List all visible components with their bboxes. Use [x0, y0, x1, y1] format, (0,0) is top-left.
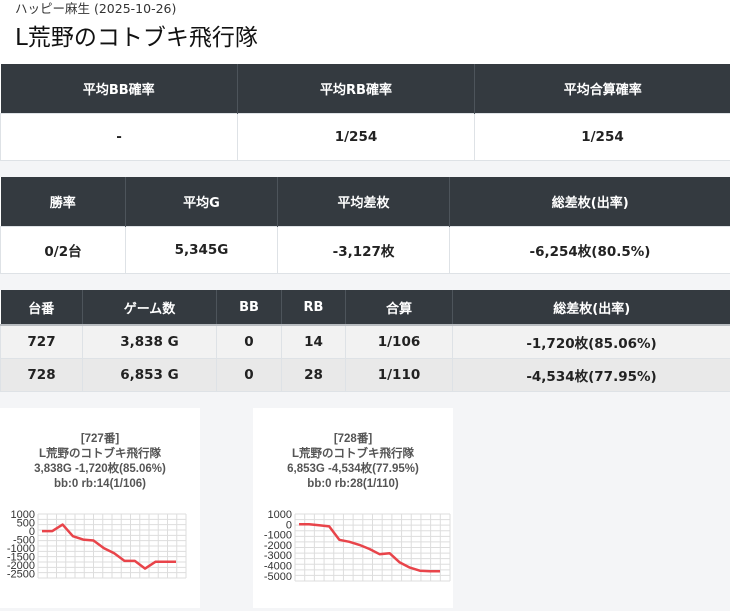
col-header-rb-rate: 平均RB確率: [237, 64, 475, 114]
rb-rate-value: 1/254: [237, 113, 475, 161]
table-header-row: 台番 ゲーム数 BB RB 合算 総差枚(出率): [0, 290, 730, 325]
col-header-total-diff: 総差枚(出率): [449, 177, 730, 227]
col-header-avg-diff: 平均差枚: [277, 177, 450, 227]
col-header-win-rate: 勝率: [0, 177, 126, 227]
bb-rate-value: -: [0, 113, 238, 161]
chart-card-727[interactable]: [727番] L荒野のコトブキ飛行隊 3,838G -1,720枚(85.06%…: [0, 408, 200, 608]
combined-rate-value: 1/254: [474, 113, 730, 161]
rate-summary-table: 平均BB確率 平均RB確率 平均合算確率 - 1/254 1/254: [0, 64, 730, 161]
col-header-rb: RB: [281, 290, 346, 325]
col-header-bb-rate: 平均BB確率: [0, 64, 238, 114]
chart-card-728[interactable]: [728番] L荒野のコトブキ飛行隊 6,853G -4,534枚(77.95%…: [253, 408, 453, 608]
games-cell: 6,853 G: [82, 358, 217, 392]
line-chart-727: 10005000-500-1000-1500-2000-2500: [7, 509, 187, 581]
win-rate-value: 0/2台: [0, 226, 126, 274]
machine-table: 台番 ゲーム数 BB RB 合算 総差枚(出率) 727 3,838 G 0 1…: [0, 290, 730, 392]
table-row[interactable]: 728 6,853 G 0 28 1/110 -4,534枚(77.95%): [0, 358, 730, 392]
rb-cell: 14: [281, 324, 346, 359]
total-diff-cell: -4,534枚(77.95%): [452, 358, 730, 392]
col-header-combined-rate: 平均合算確率: [474, 64, 730, 114]
page-title: L荒野のコトブキ飛行隊: [0, 18, 730, 64]
total-diff-value: -6,254枚(80.5%): [449, 226, 730, 274]
table-row: - 1/254 1/254: [0, 113, 730, 161]
col-header-games: ゲーム数: [82, 290, 217, 325]
combined-cell: 1/106: [345, 324, 453, 359]
bb-cell: 0: [216, 358, 282, 392]
table-header-row: 平均BB確率 平均RB確率 平均合算確率: [0, 64, 730, 114]
col-header-machine-no: 台番: [0, 290, 83, 325]
games-cell: 3,838 G: [82, 324, 217, 359]
col-header-bb: BB: [216, 290, 282, 325]
avg-diff-value: -3,127枚: [277, 226, 450, 274]
y-tick-label: -5000: [264, 571, 292, 583]
total-diff-cell: -1,720枚(85.06%): [452, 324, 730, 359]
table-header-row: 勝率 平均G 平均差枚 総差枚(出率): [0, 177, 730, 227]
machine-no-cell: 727: [0, 324, 83, 359]
col-header-avg-games: 平均G: [125, 177, 278, 227]
table-row[interactable]: 727 3,838 G 0 14 1/106 -1,720枚(85.06%): [0, 324, 730, 359]
avg-games-value: 5,345G: [125, 226, 278, 274]
store-date-line: ハッピー麻生 (2025-10-26): [0, 0, 730, 18]
y-tick-label: -2500: [7, 569, 35, 581]
rb-cell: 28: [281, 358, 346, 392]
combined-cell: 1/110: [345, 358, 453, 392]
charts-area: [727番] L荒野のコトブキ飛行隊 3,838G -1,720枚(85.06%…: [0, 392, 730, 608]
totals-summary-table: 勝率 平均G 平均差枚 総差枚(出率) 0/2台 5,345G -3,127枚 …: [0, 177, 730, 274]
chart-grid: [37, 513, 187, 579]
line-chart-728: 10000-1000-2000-3000-4000-5000: [264, 509, 451, 583]
table-row: 0/2台 5,345G -3,127枚 -6,254枚(80.5%): [0, 226, 730, 274]
bb-cell: 0: [216, 324, 282, 359]
col-header-combined: 合算: [345, 290, 453, 325]
machine-no-cell: 728: [0, 358, 83, 392]
col-header-total-diff: 総差枚(出率): [452, 290, 730, 325]
